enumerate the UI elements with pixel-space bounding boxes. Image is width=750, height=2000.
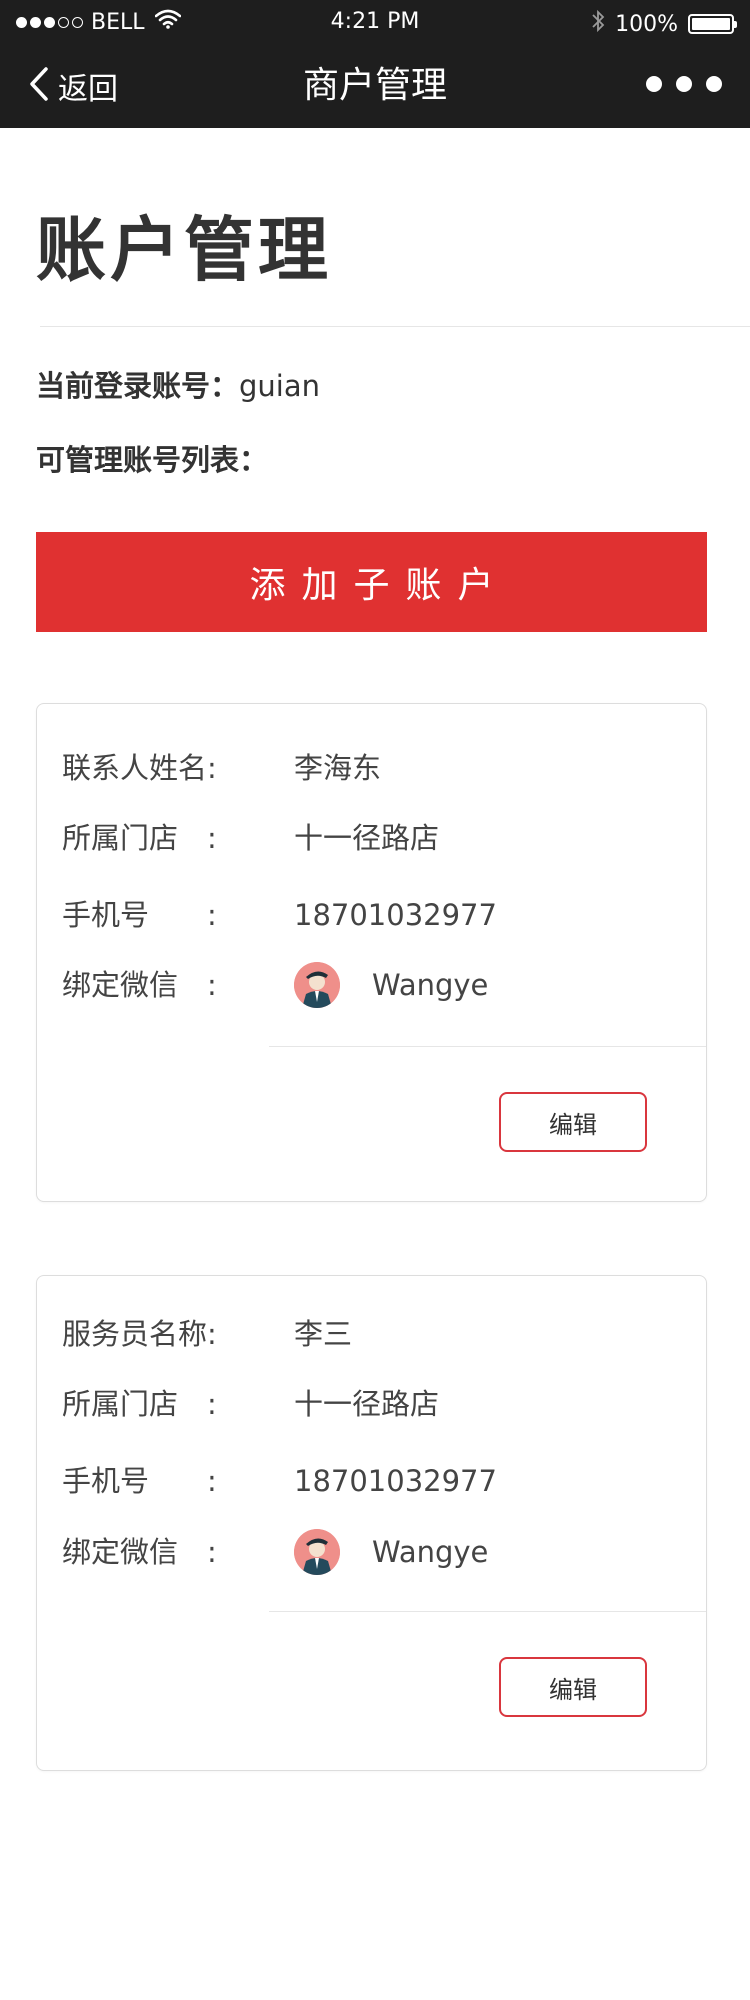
page-title: 账户管理: [36, 209, 332, 291]
add-sub-account-button[interactable]: 添加子账户: [36, 532, 707, 632]
top-bar: BELL 4:21 PM 100% 返回 商户管理: [0, 0, 750, 128]
navigation-bar: 返回 商户管理: [0, 44, 750, 128]
card-divider: [269, 1046, 706, 1047]
status-right: 100%: [591, 9, 737, 39]
bluetooth-icon: [591, 9, 605, 39]
store-row: 所属门店 : 十一径路店: [62, 813, 706, 863]
store-value: 十一径路店: [294, 821, 440, 855]
nav-title: 商户管理: [302, 65, 447, 106]
wechat-row: 绑定微信 : Wangye: [62, 1527, 706, 1577]
status-bar: BELL 4:21 PM 100%: [0, 0, 750, 44]
current-account-label: 当前登录账号：: [36, 369, 240, 403]
edit-button[interactable]: 编辑: [499, 1092, 647, 1152]
account-card: 服务员名称: 李三 所属门店 : 十一径路店 手机号 : 18701032977…: [36, 1275, 707, 1771]
account-card: 联系人姓名: 李海东 所属门店 : 十一径路店 手机号 : 1870103297…: [36, 703, 707, 1202]
wechat-label: 绑定微信 :: [62, 968, 217, 1002]
contact-name-label: 联系人姓名:: [62, 751, 217, 785]
battery-percent: 100%: [615, 11, 678, 37]
current-account-line: 当前登录账号：guian: [36, 366, 320, 406]
phone-label: 手机号 :: [62, 898, 217, 932]
contact-name-value: 李海东: [294, 751, 382, 785]
wechat-value: Wangye: [294, 960, 488, 1010]
edit-button[interactable]: 编辑: [499, 1657, 647, 1717]
contact-name-row: 联系人姓名: 李海东: [62, 743, 706, 793]
waiter-name-row: 服务员名称: 李三: [62, 1309, 706, 1359]
more-dot-icon: [646, 76, 662, 92]
current-account-value: guian: [239, 369, 321, 403]
manageable-list-label: 可管理账号列表：: [36, 443, 269, 477]
phone-value: 18701032977: [294, 898, 497, 932]
card-divider: [269, 1611, 706, 1612]
phone-label: 手机号 :: [62, 1464, 217, 1498]
store-label: 所属门店 :: [62, 821, 217, 855]
store-row: 所属门店 : 十一径路店: [62, 1379, 706, 1429]
phone-value: 18701032977: [294, 1464, 497, 1498]
wechat-row: 绑定微信 : Wangye: [62, 960, 706, 1010]
store-label: 所属门店 :: [62, 1387, 217, 1421]
avatar: [294, 1529, 340, 1575]
phone-row: 手机号 : 18701032977: [62, 1456, 706, 1506]
avatar: [294, 962, 340, 1008]
waiter-name-value: 李三: [294, 1317, 353, 1351]
more-options-button[interactable]: [646, 76, 722, 92]
wechat-value: Wangye: [294, 1527, 488, 1577]
wechat-name: Wangye: [372, 1535, 489, 1569]
waiter-name-label: 服务员名称:: [62, 1317, 217, 1351]
wechat-label: 绑定微信 :: [62, 1535, 217, 1569]
battery-icon: [688, 14, 737, 34]
more-dot-icon: [706, 76, 722, 92]
wechat-name: Wangye: [372, 968, 489, 1002]
phone-row: 手机号 : 18701032977: [62, 890, 706, 940]
store-value: 十一径路店: [294, 1387, 440, 1421]
more-dot-icon: [676, 76, 692, 92]
manageable-list-line: 可管理账号列表：: [36, 440, 268, 480]
header-divider: [40, 326, 750, 327]
